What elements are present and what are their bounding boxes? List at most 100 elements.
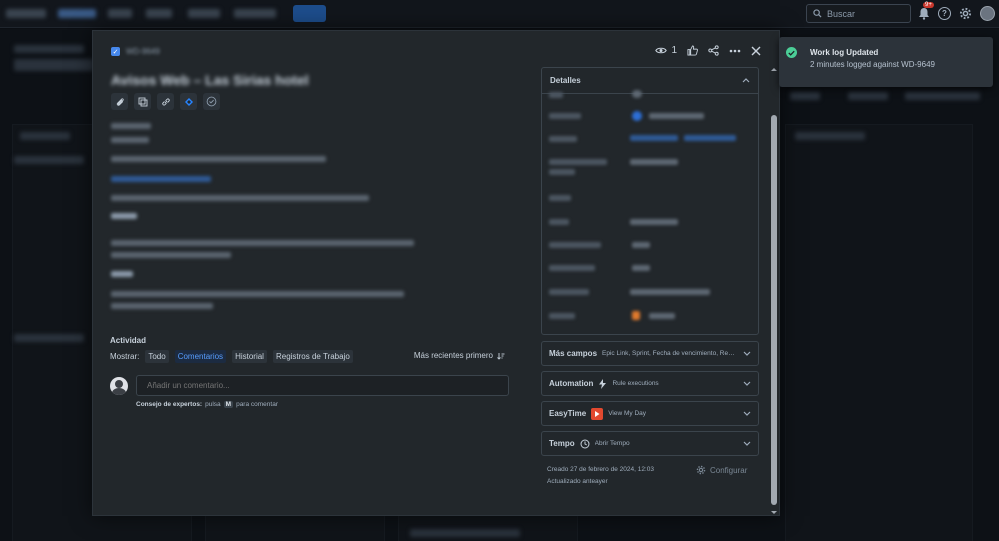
desc-line bbox=[111, 252, 231, 258]
bg-toolbar-item bbox=[848, 92, 888, 100]
section-tempo[interactable]: Tempo Abrir Tempo bbox=[541, 431, 759, 456]
help-icon[interactable]: ? bbox=[938, 7, 951, 20]
nav-blurred-item bbox=[6, 9, 46, 18]
chevron-down-icon bbox=[743, 441, 751, 446]
activity-filter-history[interactable]: Historial bbox=[232, 350, 267, 363]
desc-line bbox=[111, 137, 149, 143]
desc-line bbox=[111, 156, 326, 162]
configure-label: Configurar bbox=[710, 465, 748, 475]
add-child-button[interactable] bbox=[134, 93, 151, 110]
bg-swimlane bbox=[14, 156, 84, 164]
notifications-button[interactable]: 9+ bbox=[918, 2, 934, 20]
bg-card-text bbox=[410, 529, 520, 537]
nav-blurred-item bbox=[234, 9, 276, 18]
nav-blurred-item bbox=[188, 9, 220, 18]
bg-breadcrumb bbox=[14, 45, 84, 53]
scroll-down-icon[interactable] bbox=[770, 510, 778, 515]
activity-filter-all[interactable]: Todo bbox=[145, 350, 169, 363]
link-icon bbox=[161, 97, 170, 106]
chevron-down-icon bbox=[743, 411, 751, 416]
section-automation-title: Automation bbox=[549, 379, 594, 388]
assignee-avatar[interactable] bbox=[632, 111, 642, 121]
desc-line bbox=[111, 123, 151, 129]
notification-badge: 9+ bbox=[923, 2, 934, 8]
field-label bbox=[549, 159, 607, 165]
search-placeholder: Buscar bbox=[827, 8, 856, 19]
bell-icon bbox=[919, 8, 929, 20]
section-more-fields[interactable]: Más campos Epic Link, Sprint, Fecha de v… bbox=[541, 341, 759, 366]
clock-icon bbox=[580, 439, 590, 448]
field-value[interactable] bbox=[630, 135, 678, 141]
more-actions-icon[interactable] bbox=[729, 49, 741, 53]
field-value[interactable] bbox=[630, 219, 678, 225]
user-avatar[interactable] bbox=[980, 6, 995, 21]
field-value[interactable] bbox=[632, 242, 650, 248]
field-label bbox=[549, 242, 601, 248]
field-value[interactable] bbox=[630, 159, 678, 165]
section-automation[interactable]: Automation Rule executions bbox=[541, 371, 759, 396]
activity-filter-comments[interactable]: Comentarios bbox=[174, 350, 227, 363]
link-issue-button[interactable] bbox=[157, 93, 174, 110]
field-label bbox=[549, 92, 563, 98]
easytime-logo-icon bbox=[591, 407, 604, 420]
thumbs-up-icon[interactable] bbox=[687, 45, 698, 56]
field-label bbox=[549, 195, 571, 201]
attach-button[interactable] bbox=[111, 93, 128, 110]
tip-suffix: para comentar bbox=[236, 401, 278, 408]
chevron-down-icon bbox=[743, 381, 751, 386]
check-circle-icon bbox=[206, 96, 217, 107]
details-panel: Detalles bbox=[541, 67, 759, 335]
jira-app-button[interactable] bbox=[180, 93, 197, 110]
watch-button[interactable]: 1 bbox=[655, 45, 677, 56]
sort-icon bbox=[497, 352, 505, 360]
scroll-thumb[interactable] bbox=[771, 115, 777, 505]
field-value[interactable] bbox=[630, 289, 710, 295]
activity-filter-worklogs[interactable]: Registros de Trabajo bbox=[272, 350, 353, 363]
checklist-button[interactable] bbox=[203, 93, 220, 110]
issue-summary[interactable]: Avisos Web – Las Sirias hotel bbox=[111, 72, 309, 88]
field-value[interactable] bbox=[649, 113, 704, 119]
comment-input[interactable] bbox=[136, 375, 509, 396]
success-toast[interactable]: Work log Updated 2 minutes logged agains… bbox=[779, 37, 993, 87]
field-value[interactable] bbox=[632, 90, 642, 98]
scroll-up-icon[interactable] bbox=[770, 67, 778, 72]
section-tempo-title: Tempo bbox=[549, 439, 575, 448]
issue-metadata: Creado 27 de febrero de 2024, 12:03 Actu… bbox=[547, 464, 654, 488]
created-date: Creado 27 de febrero de 2024, 12:03 bbox=[547, 466, 654, 473]
tip-key: M bbox=[223, 401, 234, 408]
field-label bbox=[549, 219, 569, 225]
success-check-icon bbox=[786, 47, 797, 58]
gear-icon[interactable] bbox=[959, 7, 972, 20]
activity-title: Actividad bbox=[110, 336, 147, 345]
field-value[interactable] bbox=[632, 265, 650, 271]
desc-line bbox=[111, 195, 369, 201]
nav-blurred-item bbox=[146, 9, 172, 18]
section-easytime[interactable]: EasyTime View My Day bbox=[541, 401, 759, 426]
priority-icon bbox=[632, 311, 640, 320]
search-box[interactable]: Buscar bbox=[806, 4, 911, 23]
field-label bbox=[549, 289, 589, 295]
field-label bbox=[549, 169, 575, 175]
desc-line bbox=[111, 303, 213, 309]
modal-scrollbar[interactable] bbox=[770, 67, 778, 515]
field-value[interactable] bbox=[684, 135, 736, 141]
activity-section: Actividad bbox=[110, 336, 146, 345]
chevron-up-icon bbox=[742, 78, 750, 83]
details-header[interactable]: Detalles bbox=[542, 68, 758, 94]
share-icon[interactable] bbox=[708, 45, 719, 56]
close-icon[interactable] bbox=[751, 46, 761, 56]
sort-order-button[interactable]: Más recientes primero bbox=[414, 351, 505, 360]
field-label bbox=[549, 136, 577, 142]
desc-heading bbox=[111, 271, 133, 277]
issue-key[interactable]: WD-9649 bbox=[126, 47, 160, 56]
bg-swimlane bbox=[14, 334, 84, 342]
bg-toolbar-item bbox=[790, 92, 820, 100]
tip-prefix: Consejo de expertos: bbox=[136, 401, 203, 408]
field-value[interactable] bbox=[649, 313, 675, 319]
eye-icon bbox=[655, 47, 668, 54]
toast-title: Work log Updated bbox=[810, 48, 879, 57]
watch-count: 1 bbox=[671, 45, 677, 56]
task-icon: ✓ bbox=[111, 47, 120, 56]
create-button[interactable] bbox=[293, 5, 326, 22]
configure-button[interactable]: Configurar bbox=[696, 465, 747, 475]
